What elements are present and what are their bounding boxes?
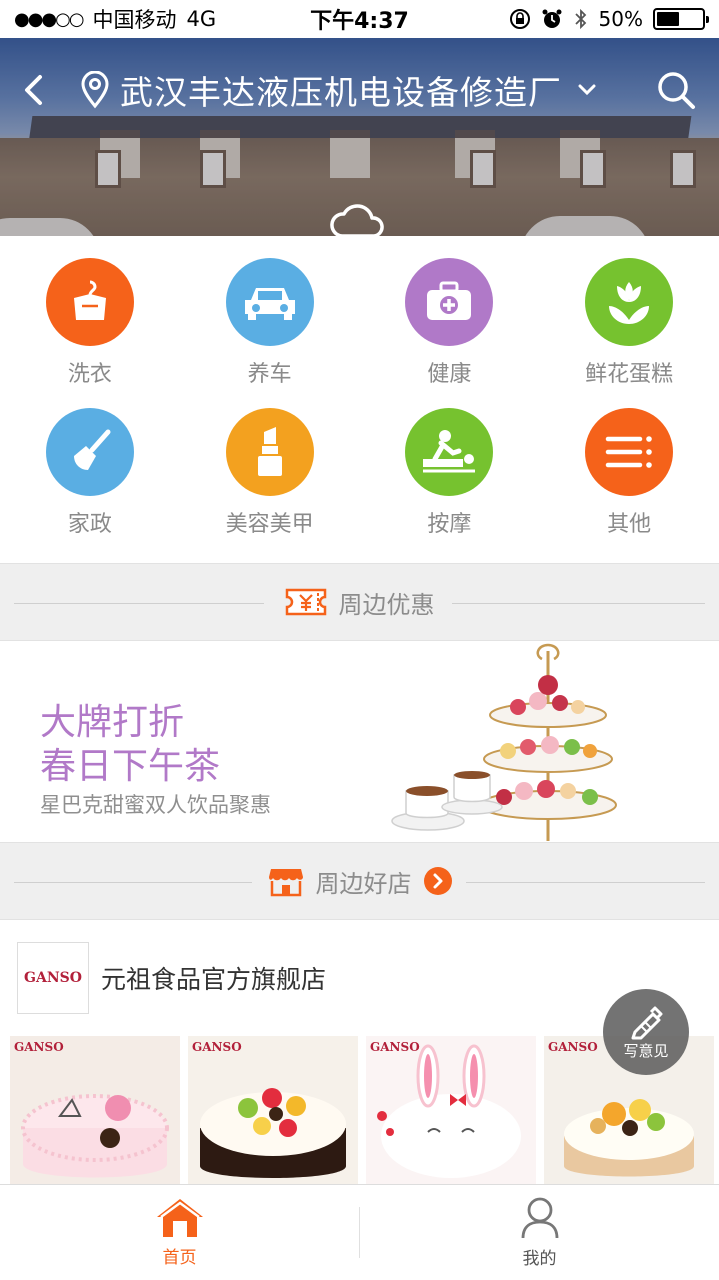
category-car-care[interactable]: 养车 bbox=[180, 258, 360, 408]
shop-icon bbox=[268, 869, 303, 897]
location-name: 武汉丰达液压机电设备修造厂 bbox=[120, 73, 562, 112]
category-label: 按摩 bbox=[427, 512, 472, 537]
product-brand: GANSO bbox=[370, 1040, 420, 1054]
deals-section-title-group: 周边优惠 bbox=[274, 584, 445, 620]
status-bar: ●●●○○ 中国移动 4G 下午4:37 50% bbox=[0, 0, 719, 38]
category-icon-circle bbox=[45, 408, 134, 496]
search-icon bbox=[658, 72, 695, 109]
tab-home[interactable]: 首页 bbox=[0, 1185, 359, 1280]
shop-name: 元祖食品官方旗舰店 bbox=[101, 965, 327, 994]
feedback-label: 写意见 bbox=[623, 1041, 669, 1060]
chevron-right-icon bbox=[423, 867, 452, 895]
location-selector[interactable]: 武汉丰达液压机电设备修造厂 bbox=[80, 66, 596, 114]
category-laundry[interactable]: 洗衣 bbox=[0, 258, 180, 408]
home-icon bbox=[156, 1199, 203, 1237]
category-label: 家政 bbox=[67, 512, 112, 537]
deals-section-header: 周边优惠 bbox=[0, 563, 719, 641]
category-label: 鲜花蛋糕 bbox=[585, 362, 674, 387]
cake-image bbox=[188, 1036, 358, 1184]
divider bbox=[452, 603, 705, 604]
laundry-icon bbox=[73, 280, 106, 320]
shop-logo-text: GANSO bbox=[24, 970, 82, 986]
product-card[interactable]: GANSO bbox=[10, 1036, 180, 1184]
product-card[interactable]: GANSO bbox=[366, 1036, 536, 1184]
more-list-icon bbox=[605, 436, 652, 468]
divider bbox=[14, 603, 264, 604]
category-icon-circle bbox=[405, 258, 494, 346]
category-label: 美容美甲 bbox=[225, 512, 314, 537]
tab-mine[interactable]: 我的 bbox=[360, 1185, 719, 1280]
broom-icon bbox=[73, 429, 111, 470]
tab-home-label: 首页 bbox=[162, 1248, 197, 1268]
deals-section-title: 周边优惠 bbox=[338, 590, 435, 619]
category-flower-cake[interactable]: 鲜花蛋糕 bbox=[539, 258, 719, 408]
top-nav-bar: 武汉丰达液压机电设备修造厂 bbox=[0, 38, 719, 142]
battery-icon bbox=[653, 8, 709, 30]
promo-banner[interactable]: 大牌打折 春日下午茶 星巴克甜蜜双人饮品聚惠 bbox=[0, 641, 719, 843]
category-icon-circle bbox=[45, 258, 134, 346]
promo-title-line2: 春日下午茶 bbox=[40, 746, 221, 787]
category-label: 养车 bbox=[247, 362, 292, 387]
category-icon-circle bbox=[225, 258, 314, 346]
divider bbox=[466, 882, 705, 883]
lipstick-icon bbox=[257, 427, 282, 476]
category-other[interactable]: 其他 bbox=[539, 408, 719, 558]
product-brand: GANSO bbox=[548, 1040, 598, 1054]
category-health[interactable]: 健康 bbox=[360, 258, 540, 408]
category-housekeeping[interactable]: 家政 bbox=[0, 408, 180, 558]
edit-icon bbox=[631, 1006, 663, 1039]
user-icon bbox=[521, 1197, 558, 1239]
massage-icon bbox=[423, 430, 476, 473]
medical-kit-icon bbox=[427, 281, 472, 320]
category-label: 其他 bbox=[607, 512, 652, 537]
promo-subtitle: 星巴克甜蜜双人饮品聚惠 bbox=[40, 793, 271, 817]
chevron-down-icon bbox=[578, 84, 596, 96]
product-brand: GANSO bbox=[192, 1040, 242, 1054]
back-button[interactable] bbox=[20, 70, 46, 110]
category-label: 健康 bbox=[427, 362, 472, 387]
feedback-button[interactable]: 写意见 bbox=[603, 989, 689, 1075]
status-time: 下午4:37 bbox=[310, 9, 409, 34]
category-icon-circle bbox=[225, 408, 314, 496]
shops-section-title: 周边好店 bbox=[315, 869, 412, 898]
location-hero-banner: 武汉丰达液压机电设备修造厂 bbox=[0, 38, 719, 236]
category-icon-circle bbox=[585, 408, 674, 496]
product-card[interactable]: GANSO bbox=[188, 1036, 358, 1184]
location-pin-icon bbox=[81, 71, 109, 109]
afternoon-tea-stand-image bbox=[391, 643, 617, 841]
category-massage[interactable]: 按摩 bbox=[360, 408, 540, 558]
product-brand: GANSO bbox=[14, 1040, 64, 1054]
coupon-icon bbox=[285, 588, 326, 616]
cake-image bbox=[10, 1036, 180, 1184]
category-beauty-nails[interactable]: 美容美甲 bbox=[180, 408, 360, 558]
battery-level bbox=[657, 12, 679, 26]
category-icon-circle bbox=[405, 408, 494, 496]
car-icon bbox=[244, 288, 295, 320]
shops-section-title-group[interactable]: 周边好店 bbox=[257, 863, 462, 899]
divider bbox=[14, 882, 252, 883]
service-categories: 洗衣 养车 健康 鲜花蛋糕 家政 美容美甲 按摩 其他 bbox=[0, 236, 719, 562]
shops-section-header: 周边好店 bbox=[0, 842, 719, 920]
cake-image bbox=[366, 1036, 536, 1184]
back-icon bbox=[25, 75, 42, 105]
category-icon-circle bbox=[585, 258, 674, 346]
search-button[interactable] bbox=[653, 67, 699, 113]
tab-mine-label: 我的 bbox=[522, 1249, 557, 1269]
shop-logo: GANSO bbox=[17, 942, 89, 1014]
cloud-rain-icon bbox=[330, 204, 384, 236]
category-label: 洗衣 bbox=[67, 362, 112, 387]
flower-icon bbox=[609, 282, 650, 324]
bottom-tab-bar: 首页 我的 bbox=[0, 1184, 719, 1280]
